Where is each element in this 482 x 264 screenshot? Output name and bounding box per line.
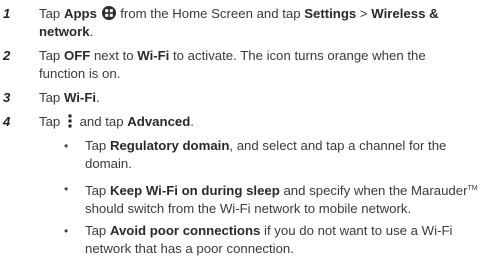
sub-step-text: Tap Regulatory domain, and select and ta… [85,138,447,171]
step-number: 2 [3,48,11,63]
step-text: Tap OFF next to Wi-Fi to activate. The i… [39,48,426,81]
step-number: 4 [3,114,11,129]
regulatory-domain-label: Regulatory domain [109,138,230,153]
wireless-network-label-cont: network [39,24,90,39]
trademark-mark: TM [467,185,478,192]
bullet-icon: • [64,139,69,153]
bullet-icon: • [64,224,69,238]
step-text: Tap Apps from the Home Screen and tap Se… [39,6,439,39]
advanced-label: Advanced [127,114,191,129]
bullet-icon: • [64,182,69,196]
avoid-poor-connections-label: Avoid poor connections [109,223,261,238]
wifi-label: Wi-Fi [63,90,97,105]
apps-grid-icon [101,6,116,20]
keep-wifi-on-label: Keep Wi-Fi on during sleep [109,183,280,198]
apps-label: Apps [63,6,97,21]
settings-label: Settings [304,6,357,21]
sub-step-text: Tap Avoid poor connections if you do not… [85,223,453,256]
step-number: 3 [3,90,11,105]
off-label: OFF [63,48,91,63]
wifi-label: Wi-Fi [137,48,170,63]
sub-step-text: Tap Keep Wi-Fi on during sleep and speci… [85,183,478,216]
instruction-document: 1 Tap Apps from the Home Screen and tap … [0,0,482,264]
step-text: Tap and tap Advanced. [39,114,194,129]
overflow-menu-icon [68,114,72,128]
step-text: Tap Wi-Fi. [39,90,100,105]
step-number: 1 [3,6,11,21]
wireless-network-label: Wireless & [371,6,439,21]
